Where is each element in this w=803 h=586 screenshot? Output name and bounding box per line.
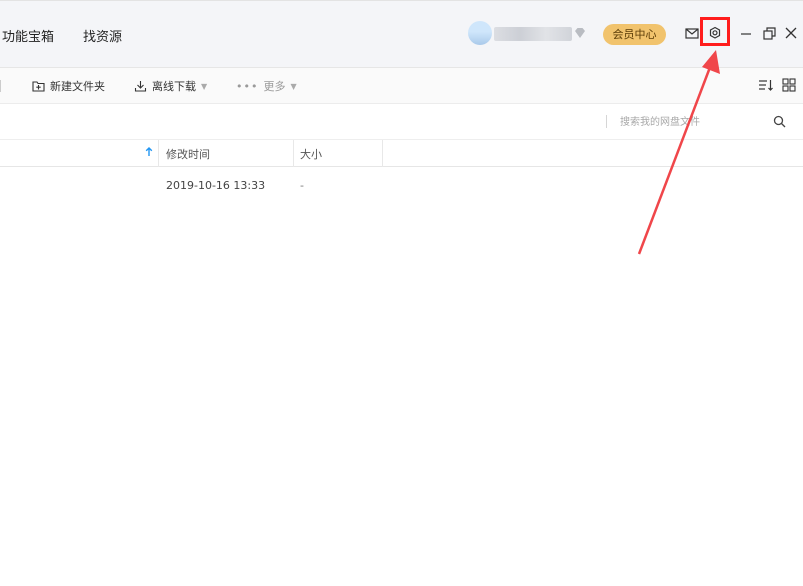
more-label: 更多 bbox=[263, 80, 286, 93]
sort-ascending-icon[interactable] bbox=[145, 147, 153, 157]
column-divider bbox=[382, 140, 383, 167]
chevron-down-icon: ▼ bbox=[290, 81, 297, 91]
nav-feature-box[interactable]: 功能宝箱 bbox=[2, 26, 54, 45]
column-divider bbox=[293, 140, 294, 167]
new-folder-icon bbox=[32, 80, 45, 92]
offline-download-button[interactable]: 离线下载 ▼ bbox=[134, 78, 207, 94]
more-button[interactable]: ••• 更多 ▼ bbox=[236, 78, 297, 94]
restore-icon[interactable] bbox=[762, 24, 778, 42]
username-blurred[interactable] bbox=[494, 27, 572, 41]
search-icon[interactable] bbox=[773, 115, 786, 128]
cell-modified: 2019-10-16 13:33 bbox=[166, 179, 266, 192]
search-divider bbox=[606, 115, 607, 128]
column-header-size[interactable]: 大小 bbox=[300, 146, 322, 162]
cell-size: - bbox=[300, 179, 304, 192]
new-folder-label: 新建文件夹 bbox=[50, 80, 105, 93]
close-icon[interactable] bbox=[784, 24, 800, 42]
offline-download-label: 离线下载 bbox=[152, 80, 196, 93]
minimize-icon[interactable] bbox=[739, 24, 755, 42]
diamond-icon bbox=[574, 27, 586, 39]
new-folder-button[interactable]: 新建文件夹 bbox=[32, 78, 105, 94]
column-divider bbox=[158, 140, 159, 167]
annotation-arrow bbox=[637, 50, 720, 255]
column-header-modified[interactable]: 修改时间 bbox=[166, 146, 210, 162]
ellipsis-icon: ••• bbox=[236, 79, 259, 93]
nav-find-resources[interactable]: 找资源 bbox=[83, 26, 122, 45]
download-icon bbox=[134, 80, 147, 92]
chevron-down-icon: ▼ bbox=[201, 81, 208, 91]
avatar[interactable] bbox=[468, 21, 492, 45]
sort-icon[interactable] bbox=[758, 78, 774, 92]
grid-view-icon[interactable] bbox=[782, 78, 796, 92]
toolbar-divider bbox=[0, 80, 1, 92]
